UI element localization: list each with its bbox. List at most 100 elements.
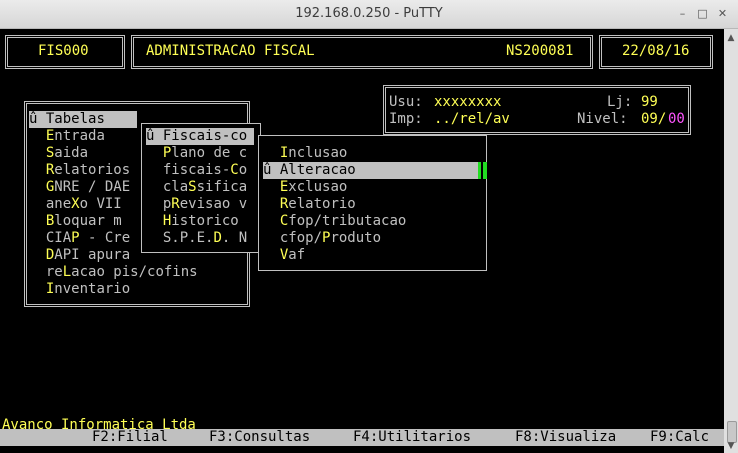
tabelas-submenu-text: S.P.E. <box>162 230 214 246</box>
tabelas-submenu-text: cla <box>162 179 189 195</box>
nivel-value-extra: 00 <box>668 111 685 127</box>
main-menu-text <box>29 162 46 178</box>
fiscais-submenu-text <box>263 230 280 246</box>
tabelas-submenu-item[interactable]: claSsifica <box>146 179 247 196</box>
maximize-icon[interactable]: □ <box>694 5 711 22</box>
fiscais-submenu-item[interactable]: cfop/Produto <box>263 230 381 247</box>
fiscais-submenu-item[interactable]: Relatorio <box>263 196 356 213</box>
usu-label: Usu: <box>389 94 423 110</box>
fiscais-submenu-text: roduto <box>330 230 382 246</box>
main-menu-item[interactable]: Bloquar m <box>29 213 122 230</box>
fiscais-submenu-text: cfop/ <box>279 230 323 246</box>
imp-value: ../rel/av <box>434 111 510 127</box>
fiscais-submenu-item[interactable]: û Alteracao <box>263 162 479 179</box>
main-menu-text: - Cre <box>79 230 131 246</box>
main-menu-text: û <box>29 111 46 127</box>
title-bar[interactable]: 192.168.0.250 - PuTTY – □ ✕ <box>0 0 738 29</box>
function-key[interactable]: F4:Utilitarios <box>353 429 471 446</box>
main-menu-text: ane <box>45 196 72 212</box>
main-menu-text: loquar m <box>54 213 122 229</box>
main-menu-item[interactable]: aneXo VII <box>29 196 122 213</box>
main-menu-text <box>29 196 46 212</box>
program-code: FIS000 <box>38 43 89 59</box>
main-menu-text <box>29 145 46 161</box>
tabelas-submenu-text: . N <box>221 230 248 246</box>
main-menu-text <box>29 230 46 246</box>
tabelas-submenu-text: o <box>238 162 248 178</box>
terminal-screen[interactable]: FIS000 ADMINISTRACAO FISCAL NS200081 22/… <box>0 29 724 453</box>
close-icon[interactable]: ✕ <box>714 5 731 22</box>
usu-value: xxxxxxxx <box>434 94 502 110</box>
scroll-down-icon[interactable]: ▼ <box>724 439 738 453</box>
main-menu-text: NRE / DAE <box>54 179 131 195</box>
main-menu-hotkey: X <box>71 196 80 212</box>
imp-label: Imp: <box>389 111 423 127</box>
header-date: 22/08/16 <box>622 43 690 59</box>
tabelas-submenu-text: sifica <box>196 179 248 195</box>
main-menu-item[interactable]: CIAP - Cre <box>29 230 130 247</box>
system-title: ADMINISTRACAO FISCAL <box>146 43 315 59</box>
main-menu-hotkey: P <box>71 230 80 246</box>
main-menu-item[interactable]: Inventario <box>29 281 130 298</box>
tabelas-submenu-item[interactable]: S.P.E.D. N <box>146 230 247 247</box>
lj-label: Lj: <box>607 94 633 110</box>
main-menu-item[interactable]: Entrada <box>29 128 105 145</box>
tabelas-submenu-text: lano de c <box>171 145 248 161</box>
fiscais-submenu-item[interactable]: Exclusao <box>263 179 347 196</box>
nivel-label: Nivel: <box>577 111 628 127</box>
main-menu-text: acao pis/cofins <box>71 264 198 280</box>
function-key[interactable]: F3:Consultas <box>209 429 310 446</box>
tabelas-submenu-text: evisao v <box>179 196 248 212</box>
tabelas-submenu-text <box>146 179 163 195</box>
fiscais-submenu-text: fop/tributacao <box>288 213 407 229</box>
main-menu-item[interactable]: û Tabelas <box>29 111 137 128</box>
main-menu-text <box>29 213 46 229</box>
tabelas-submenu-text <box>146 162 163 178</box>
tabelas-submenu-hotkey: C <box>230 162 239 178</box>
tabelas-submenu-item[interactable]: Plano de c <box>146 145 247 162</box>
tabelas-submenu-item[interactable]: û Fiscais-co <box>146 128 254 145</box>
fiscais-submenu-text: xclusao <box>288 179 348 195</box>
function-key[interactable]: F8:Visualiza <box>515 429 616 446</box>
main-menu-text <box>29 264 46 280</box>
fiscais-submenu-item[interactable]: Vaf <box>263 247 305 264</box>
main-menu-item[interactable]: reLacao pis/cofins <box>29 264 198 281</box>
main-menu-text: elatorios <box>54 162 131 178</box>
main-menu-text <box>29 281 46 297</box>
vertical-scrollbar[interactable]: ▲ ▼ <box>724 29 738 453</box>
main-menu-item[interactable]: Saida <box>29 145 88 162</box>
tabelas-submenu-text: iscais-co <box>171 128 248 144</box>
main-menu-item[interactable]: DAPI apura <box>29 247 130 264</box>
fiscais-submenu-text: û <box>263 162 280 178</box>
main-menu-text: API apura <box>54 247 131 263</box>
main-menu-text <box>29 128 46 144</box>
tabelas-submenu-text: û <box>146 128 163 144</box>
tabelas-submenu-item[interactable]: Historico <box>146 213 239 230</box>
function-key[interactable]: F9:Calc <box>650 429 709 446</box>
fiscais-submenu-item[interactable]: Inclusao <box>263 145 347 162</box>
fiscais-submenu-text: lteracao <box>288 162 356 178</box>
minimize-icon[interactable]: – <box>674 5 691 22</box>
fiscais-submenu-text <box>263 145 280 161</box>
main-menu-item[interactable]: GNRE / DAE <box>29 179 130 196</box>
tabelas-submenu-item[interactable]: fiscais-Co <box>146 162 247 179</box>
tabelas-submenu-text: fiscais- <box>162 162 231 178</box>
main-menu-item[interactable]: Relatorios <box>29 162 130 179</box>
main-menu-text: nventario <box>54 281 131 297</box>
main-menu-text: o VII <box>79 196 122 212</box>
main-menu-text: ntrada <box>54 128 105 144</box>
main-menu-hotkey: L <box>62 264 72 280</box>
putty-window: 192.168.0.250 - PuTTY – □ ✕ FIS000 ADMIN… <box>0 0 738 453</box>
lj-value: 99 <box>641 94 658 110</box>
fiscais-submenu-text: elatorio <box>288 196 356 212</box>
terminal-cursor <box>478 162 487 179</box>
tabelas-submenu-hotkey: S <box>188 179 197 195</box>
tabelas-submenu-hotkey: R <box>171 196 180 212</box>
scroll-up-icon[interactable]: ▲ <box>724 31 738 45</box>
fiscais-submenu-item[interactable]: Cfop/tributacao <box>263 213 406 230</box>
main-menu-text: abelas <box>54 111 105 127</box>
main-menu-text: re <box>45 264 63 280</box>
tabelas-submenu-item[interactable]: pRevisao v <box>146 196 247 213</box>
fiscais-submenu-text <box>263 247 280 263</box>
fiscais-submenu-text <box>263 196 280 212</box>
